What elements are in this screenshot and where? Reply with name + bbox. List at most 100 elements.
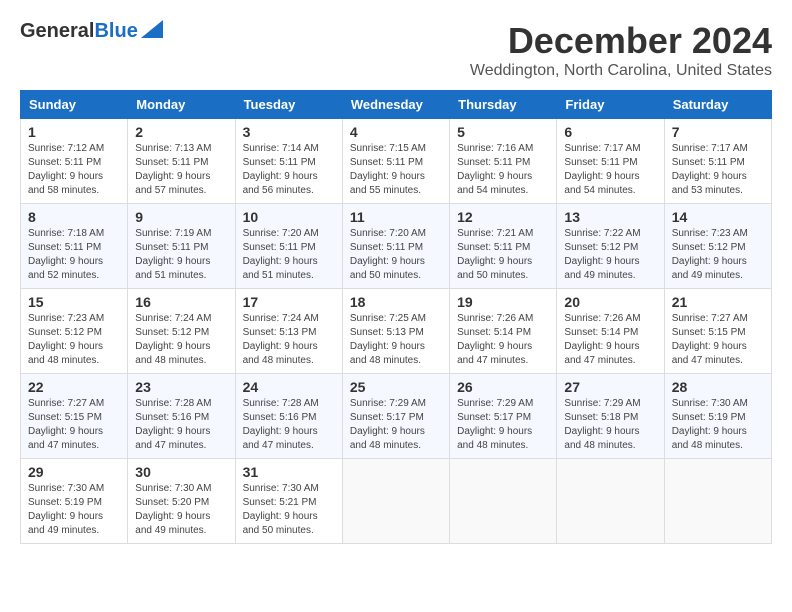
day-info: Sunrise: 7:27 AM Sunset: 5:15 PM Dayligh… xyxy=(28,397,120,453)
day-number: 12 xyxy=(457,209,549,225)
day-number: 22 xyxy=(28,379,120,395)
calendar-cell: 31 Sunrise: 7:30 AM Sunset: 5:21 PM Dayli… xyxy=(235,459,342,544)
calendar-cell: 8Sunrise: 7:18 AM Sunset: 5:11 PM Daylig… xyxy=(21,204,128,289)
day-number: 13 xyxy=(564,209,656,225)
day-info: Sunrise: 7:28 AM Sunset: 5:16 PM Dayligh… xyxy=(243,397,335,453)
calendar-week-row: 1 Sunrise: 7:12 AM Sunset: 5:11 PM Daylig… xyxy=(21,119,772,204)
day-of-week-friday: Friday xyxy=(557,91,664,119)
day-info: Sunrise: 7:19 AM Sunset: 5:11 PM Dayligh… xyxy=(135,227,227,283)
calendar-cell xyxy=(557,459,664,544)
calendar-cell: 5 Sunrise: 7:16 AM Sunset: 5:11 PM Daylig… xyxy=(450,119,557,204)
day-number: 6 xyxy=(564,124,656,140)
calendar-cell: 23Sunrise: 7:28 AM Sunset: 5:16 PM Dayli… xyxy=(128,374,235,459)
day-number: 30 xyxy=(135,464,227,480)
day-info: Sunrise: 7:30 AM Sunset: 5:19 PM Dayligh… xyxy=(28,482,120,538)
day-info: Sunrise: 7:14 AM Sunset: 5:11 PM Dayligh… xyxy=(243,142,335,198)
calendar-cell: 18 Sunrise: 7:25 AM Sunset: 5:13 PM Dayli… xyxy=(342,289,449,374)
day-info: Sunrise: 7:17 AM Sunset: 5:11 PM Dayligh… xyxy=(564,142,656,198)
logo-general: General xyxy=(20,20,94,43)
day-info: Sunrise: 7:26 AM Sunset: 5:14 PM Dayligh… xyxy=(564,312,656,368)
day-info: Sunrise: 7:21 AM Sunset: 5:11 PM Dayligh… xyxy=(457,227,549,283)
day-info: Sunrise: 7:24 AM Sunset: 5:13 PM Dayligh… xyxy=(243,312,335,368)
calendar-cell xyxy=(342,459,449,544)
calendar-cell: 19 Sunrise: 7:26 AM Sunset: 5:14 PM Dayli… xyxy=(450,289,557,374)
day-info: Sunrise: 7:30 AM Sunset: 5:21 PM Dayligh… xyxy=(243,482,335,538)
day-number: 3 xyxy=(243,124,335,140)
calendar-cell: 30 Sunrise: 7:30 AM Sunset: 5:20 PM Dayli… xyxy=(128,459,235,544)
calendar-cell: 22 Sunrise: 7:27 AM Sunset: 5:15 PM Dayli… xyxy=(21,374,128,459)
location: Weddington, North Carolina, United State… xyxy=(470,62,772,80)
day-info: Sunrise: 7:29 AM Sunset: 5:18 PM Dayligh… xyxy=(564,397,656,453)
day-info: Sunrise: 7:29 AM Sunset: 5:17 PM Dayligh… xyxy=(457,397,549,453)
day-of-week-sunday: Sunday xyxy=(21,91,128,119)
day-number: 9 xyxy=(135,209,227,225)
day-number: 5 xyxy=(457,124,549,140)
page-header: General Blue December 2024 Weddington, N… xyxy=(20,20,772,80)
calendar-week-row: 15Sunrise: 7:23 AM Sunset: 5:12 PM Dayli… xyxy=(21,289,772,374)
day-number: 16 xyxy=(135,294,227,310)
calendar-cell: 16Sunrise: 7:24 AM Sunset: 5:12 PM Dayli… xyxy=(128,289,235,374)
day-number: 24 xyxy=(243,379,335,395)
day-of-week-tuesday: Tuesday xyxy=(235,91,342,119)
calendar-cell: 1 Sunrise: 7:12 AM Sunset: 5:11 PM Daylig… xyxy=(21,119,128,204)
day-number: 26 xyxy=(457,379,549,395)
calendar-cell: 6 Sunrise: 7:17 AM Sunset: 5:11 PM Daylig… xyxy=(557,119,664,204)
calendar-cell: 2 Sunrise: 7:13 AM Sunset: 5:11 PM Daylig… xyxy=(128,119,235,204)
month-title: December 2024 xyxy=(470,20,772,62)
day-info: Sunrise: 7:25 AM Sunset: 5:13 PM Dayligh… xyxy=(350,312,442,368)
calendar-cell: 24 Sunrise: 7:28 AM Sunset: 5:16 PM Dayli… xyxy=(235,374,342,459)
calendar-cell: 26 Sunrise: 7:29 AM Sunset: 5:17 PM Dayli… xyxy=(450,374,557,459)
day-number: 20 xyxy=(564,294,656,310)
day-info: Sunrise: 7:17 AM Sunset: 5:11 PM Dayligh… xyxy=(672,142,764,198)
day-info: Sunrise: 7:20 AM Sunset: 5:11 PM Dayligh… xyxy=(350,227,442,283)
day-number: 27 xyxy=(564,379,656,395)
logo-blue: Blue xyxy=(94,20,137,43)
calendar-cell: 9 Sunrise: 7:19 AM Sunset: 5:11 PM Daylig… xyxy=(128,204,235,289)
day-of-week-thursday: Thursday xyxy=(450,91,557,119)
day-number: 2 xyxy=(135,124,227,140)
title-section: December 2024 Weddington, North Carolina… xyxy=(470,20,772,80)
day-number: 19 xyxy=(457,294,549,310)
calendar-cell: 21 Sunrise: 7:27 AM Sunset: 5:15 PM Dayli… xyxy=(664,289,771,374)
calendar-cell: 13Sunrise: 7:22 AM Sunset: 5:12 PM Dayli… xyxy=(557,204,664,289)
day-number: 8 xyxy=(28,209,120,225)
day-number: 7 xyxy=(672,124,764,140)
calendar-cell: 14 Sunrise: 7:23 AM Sunset: 5:12 PM Dayli… xyxy=(664,204,771,289)
day-of-week-monday: Monday xyxy=(128,91,235,119)
day-number: 1 xyxy=(28,124,120,140)
calendar-header-row: SundayMondayTuesdayWednesdayThursdayFrid… xyxy=(21,91,772,119)
calendar-cell xyxy=(664,459,771,544)
calendar-cell: 7 Sunrise: 7:17 AM Sunset: 5:11 PM Daylig… xyxy=(664,119,771,204)
day-info: Sunrise: 7:15 AM Sunset: 5:11 PM Dayligh… xyxy=(350,142,442,198)
calendar-cell xyxy=(450,459,557,544)
calendar-cell: 29 Sunrise: 7:30 AM Sunset: 5:19 PM Dayli… xyxy=(21,459,128,544)
calendar-week-row: 29 Sunrise: 7:30 AM Sunset: 5:19 PM Dayli… xyxy=(21,459,772,544)
day-number: 15 xyxy=(28,294,120,310)
calendar-cell: 12 Sunrise: 7:21 AM Sunset: 5:11 PM Dayli… xyxy=(450,204,557,289)
calendar-cell: 15Sunrise: 7:23 AM Sunset: 5:12 PM Dayli… xyxy=(21,289,128,374)
day-number: 31 xyxy=(243,464,335,480)
calendar-week-row: 22 Sunrise: 7:27 AM Sunset: 5:15 PM Dayli… xyxy=(21,374,772,459)
day-info: Sunrise: 7:23 AM Sunset: 5:12 PM Dayligh… xyxy=(672,227,764,283)
day-number: 25 xyxy=(350,379,442,395)
day-number: 28 xyxy=(672,379,764,395)
day-number: 14 xyxy=(672,209,764,225)
day-info: Sunrise: 7:26 AM Sunset: 5:14 PM Dayligh… xyxy=(457,312,549,368)
calendar-cell: 20 Sunrise: 7:26 AM Sunset: 5:14 PM Dayli… xyxy=(557,289,664,374)
calendar-table: SundayMondayTuesdayWednesdayThursdayFrid… xyxy=(20,90,772,544)
day-info: Sunrise: 7:28 AM Sunset: 5:16 PM Dayligh… xyxy=(135,397,227,453)
day-info: Sunrise: 7:12 AM Sunset: 5:11 PM Dayligh… xyxy=(28,142,120,198)
day-number: 29 xyxy=(28,464,120,480)
calendar-week-row: 8Sunrise: 7:18 AM Sunset: 5:11 PM Daylig… xyxy=(21,204,772,289)
day-info: Sunrise: 7:27 AM Sunset: 5:15 PM Dayligh… xyxy=(672,312,764,368)
day-info: Sunrise: 7:30 AM Sunset: 5:19 PM Dayligh… xyxy=(672,397,764,453)
logo: General Blue xyxy=(20,20,163,43)
day-of-week-wednesday: Wednesday xyxy=(342,91,449,119)
day-number: 10 xyxy=(243,209,335,225)
logo-arrow-icon xyxy=(141,20,163,38)
day-number: 18 xyxy=(350,294,442,310)
day-number: 21 xyxy=(672,294,764,310)
day-info: Sunrise: 7:16 AM Sunset: 5:11 PM Dayligh… xyxy=(457,142,549,198)
day-info: Sunrise: 7:30 AM Sunset: 5:20 PM Dayligh… xyxy=(135,482,227,538)
day-info: Sunrise: 7:13 AM Sunset: 5:11 PM Dayligh… xyxy=(135,142,227,198)
